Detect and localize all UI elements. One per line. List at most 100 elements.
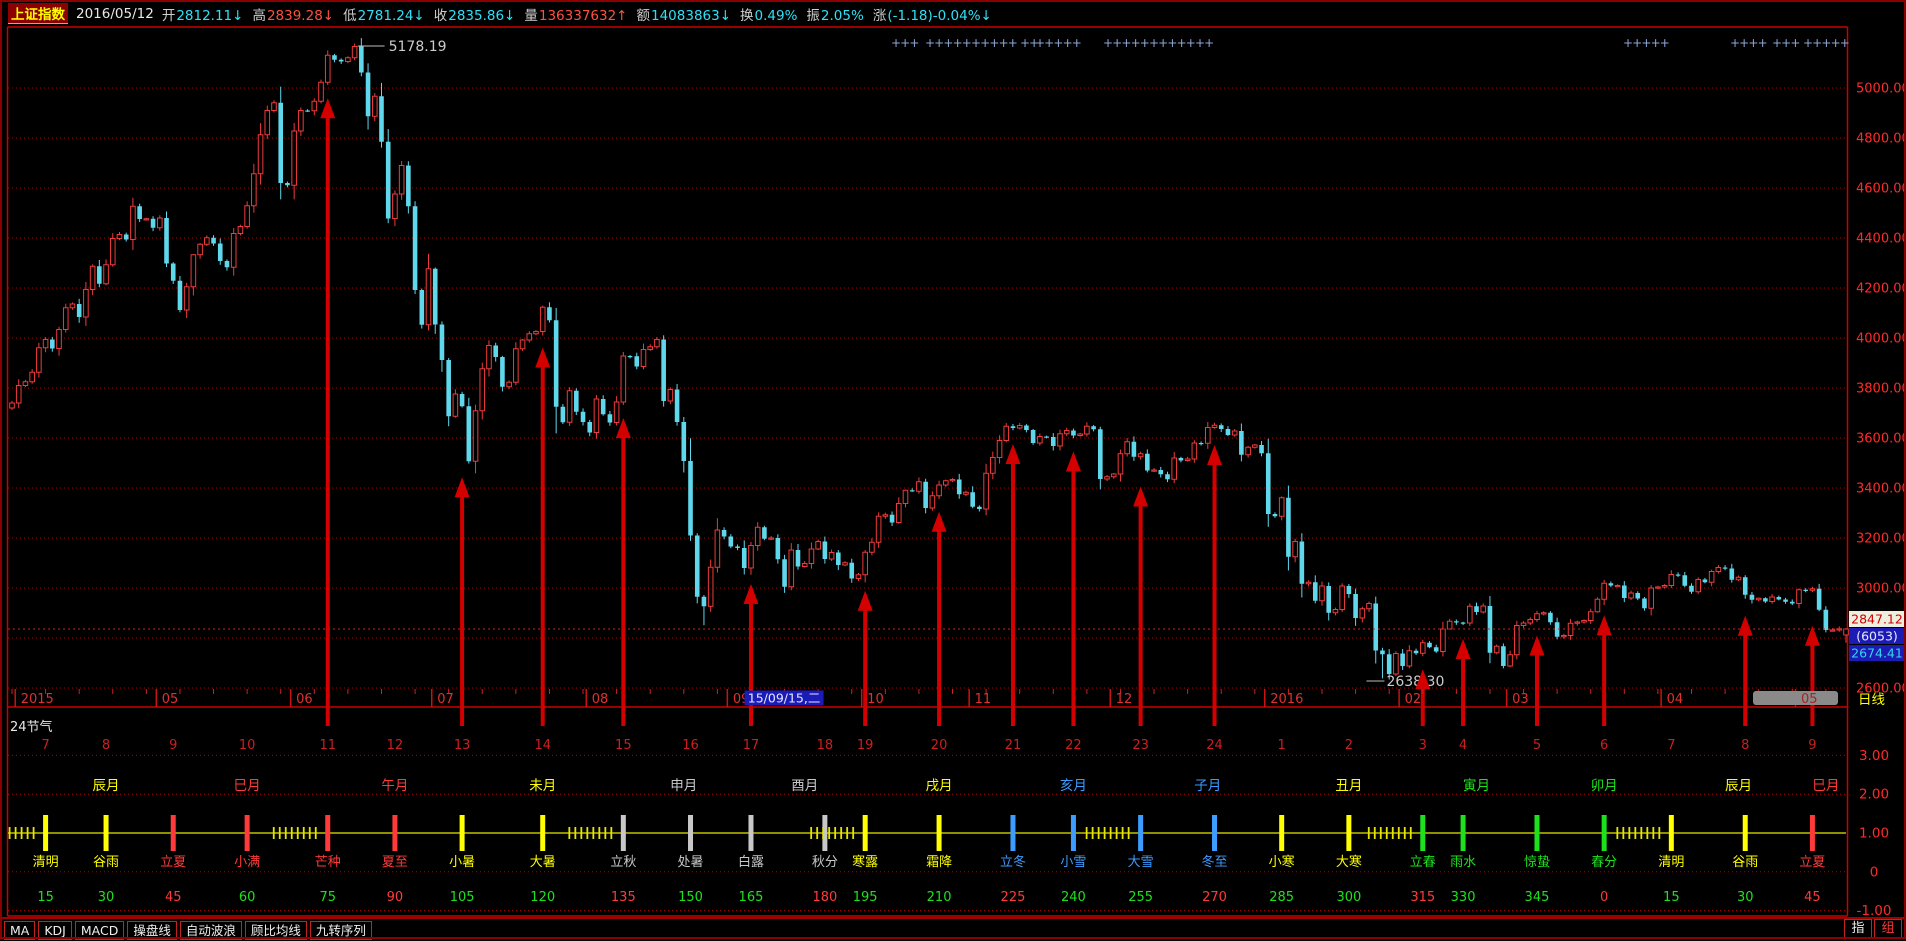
candle-body-up — [352, 47, 357, 58]
term-degree: 30 — [98, 890, 115, 905]
solar-term-arrow-head — [535, 348, 550, 368]
indicator-tab-顾比均线[interactable]: 顾比均线 — [245, 921, 307, 940]
indicator-tab-MA[interactable]: MA — [4, 921, 35, 940]
td-sequence-plus-icon: + — [1758, 36, 1768, 50]
candle-body-up — [614, 402, 619, 423]
candle-body-down — [446, 360, 451, 416]
candle-body-up — [198, 244, 203, 255]
term-number: 5 — [1533, 738, 1541, 753]
candle-body-down — [688, 461, 693, 536]
scrollbar-thumb[interactable] — [1753, 691, 1838, 705]
candle-body-up — [1447, 621, 1452, 629]
term-name: 寒露 — [852, 854, 878, 870]
indicator-tab-KDJ[interactable]: KDJ — [38, 921, 72, 940]
term-number: 24 — [1206, 738, 1223, 753]
td-sequence-plus-icon: + — [1008, 36, 1018, 50]
candle-body-up — [144, 219, 149, 220]
candle-body-up — [1340, 586, 1345, 610]
candle-body-up — [231, 234, 236, 268]
candle-body-down — [776, 538, 781, 559]
term-number: 9 — [169, 738, 177, 753]
branch-month-label: 卯月 — [1591, 778, 1618, 794]
candle-body-down — [1226, 429, 1231, 435]
field-value: 2.05% — [821, 8, 864, 24]
timeline-month-label: 05 — [162, 692, 179, 707]
group-button[interactable]: 组 — [1874, 919, 1902, 938]
term-number: 7 — [41, 738, 49, 753]
term-name: 小暑 — [449, 855, 475, 870]
solar-term-arrow-head — [1133, 487, 1148, 507]
subpanel-axis-label: 1.00 — [1859, 826, 1889, 842]
indicator-tab-MACD[interactable]: MACD — [75, 921, 124, 940]
indicator-tab-九转序列[interactable]: 九转序列 — [310, 921, 372, 940]
term-number: 1 — [1278, 738, 1286, 753]
field-label: 量 — [524, 8, 538, 24]
candle-body-up — [1595, 599, 1600, 612]
term-number: 23 — [1132, 738, 1149, 753]
indicator-tab-自动波浪[interactable]: 自动波浪 — [180, 921, 242, 940]
indicator-tab-操盘线[interactable]: 操盘线 — [127, 921, 177, 940]
candle-body-down — [1179, 458, 1184, 461]
candle-body-up — [1064, 431, 1069, 434]
quote-field-换: 换0.49% — [740, 4, 797, 24]
candle-body-up — [1192, 443, 1197, 459]
candle-body-up — [749, 546, 754, 569]
term-number: 18 — [817, 738, 834, 753]
term-number: 19 — [857, 738, 874, 753]
term-name: 立秋 — [610, 855, 636, 870]
term-degree: 135 — [611, 890, 636, 905]
candle-body-up — [648, 347, 653, 350]
candle-body-up — [1602, 583, 1607, 599]
candle-body-up — [1293, 542, 1298, 557]
solar-term-arrow-tail — [1213, 464, 1217, 726]
term-bar — [43, 815, 48, 851]
candle-body-down — [1461, 623, 1466, 624]
candle-body-up — [567, 391, 572, 423]
solar-term-arrow-tail — [541, 367, 545, 727]
term-number: 13 — [454, 738, 471, 753]
indicator-button[interactable]: 指 — [1844, 919, 1872, 938]
timeline-month-label: 04 — [1667, 692, 1684, 707]
candle-body-up — [191, 255, 196, 287]
candle-body-down — [890, 515, 895, 523]
term-number: 9 — [1808, 738, 1816, 753]
candle-body-down — [681, 422, 686, 461]
candle-body-up — [997, 441, 1002, 458]
candle-body-up — [37, 348, 42, 373]
term-name: 立夏 — [160, 855, 186, 870]
candle-body-down — [554, 320, 559, 407]
solar-term-arrow-tail — [1743, 635, 1747, 726]
term-bar — [1461, 815, 1466, 851]
candle-body-up — [1085, 426, 1090, 434]
symbol-name[interactable]: 上证指数 — [8, 3, 68, 24]
candle-body-up — [1467, 606, 1472, 623]
term-name: 大暑 — [530, 855, 556, 870]
subpanel-axis-label: 3.00 — [1859, 748, 1889, 764]
candle-body-up — [1541, 613, 1546, 614]
candle-body-down — [1132, 442, 1137, 457]
candle-body-up — [1508, 655, 1513, 666]
candle-body-up — [883, 515, 888, 517]
term-number: 12 — [387, 738, 404, 753]
candle-body-down — [137, 206, 142, 219]
candle-body-down — [836, 553, 841, 566]
solar-term-arrow-head — [1207, 445, 1222, 465]
term-degree: 105 — [450, 890, 475, 905]
quote-field-开: 开2812.11↓ — [162, 4, 244, 24]
term-bar — [1743, 815, 1748, 851]
field-value: 2839.28↓ — [267, 8, 334, 24]
term-number: 6 — [1600, 738, 1608, 753]
candle-body-down — [406, 166, 411, 207]
period-label[interactable]: 日线 — [1858, 692, 1885, 708]
candle-body-down — [1373, 604, 1378, 651]
candle-body-up — [876, 516, 881, 542]
timeline-month-label: 03 — [1512, 692, 1529, 707]
candle-body-down — [359, 47, 364, 73]
candle-body-down — [218, 244, 223, 262]
candle-body-down — [957, 480, 962, 495]
candle-body-up — [507, 382, 512, 387]
term-bar — [1212, 815, 1217, 851]
td-sequence-plus-icon: + — [1660, 36, 1670, 50]
candle-body-down — [171, 264, 176, 281]
candle-body-up — [843, 563, 848, 565]
